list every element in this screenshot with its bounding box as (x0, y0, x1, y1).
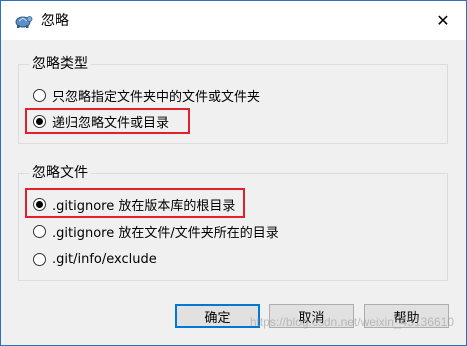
close-button[interactable]: ✕ (420, 1, 466, 40)
radio-button[interactable] (33, 224, 46, 238)
close-icon: ✕ (436, 11, 450, 30)
ignore-type-title: 忽略类型 (29, 55, 91, 73)
radio-gitignore-root[interactable]: .gitignore 放在版本库的根目录 (33, 194, 235, 214)
watermark: https://blog.csdn.net/weixin_45136610 (249, 315, 454, 329)
radio-button[interactable] (33, 88, 46, 102)
radio-button[interactable] (33, 252, 46, 266)
ignore-file-group: 忽略文件 .gitignore 放在版本库的根目录 .gitignore 放在文… (18, 164, 448, 281)
radio-label: .gitignore 放在文件/文件夹所在的目录 (52, 225, 279, 241)
radio-button[interactable] (33, 197, 46, 211)
ignore-type-group: 忽略类型 只忽略指定文件夹中的文件或文件夹 递归忽略文件或目录 (18, 55, 448, 144)
radio-label: 只忽略指定文件夹中的文件或文件夹 (52, 89, 261, 105)
window-title: 忽略 (41, 13, 69, 29)
radio-ignore-in-folder[interactable]: 只忽略指定文件夹中的文件或文件夹 (33, 85, 260, 105)
radio-label: .gitignore 放在版本库的根目录 (52, 198, 236, 214)
ignore-file-title: 忽略文件 (29, 164, 91, 182)
radio-git-info-exclude[interactable]: .git/info/exclude (33, 249, 157, 269)
ok-button[interactable]: 确定 (175, 304, 260, 328)
ignore-dialog: 忽略 ✕ 忽略类型 只忽略指定文件夹中的文件或文件夹 递归忽略文件或目录 忽略文… (0, 0, 467, 346)
radio-button[interactable] (33, 114, 46, 128)
radio-label: .git/info/exclude (52, 251, 157, 267)
tortoise-icon (13, 11, 33, 31)
radio-gitignore-folder[interactable]: .gitignore 放在文件/文件夹所在的目录 (33, 221, 279, 241)
radio-ignore-recursive[interactable]: 递归忽略文件或目录 (33, 111, 169, 131)
title-bar: 忽略 ✕ (1, 1, 466, 40)
radio-label: 递归忽略文件或目录 (52, 115, 170, 131)
